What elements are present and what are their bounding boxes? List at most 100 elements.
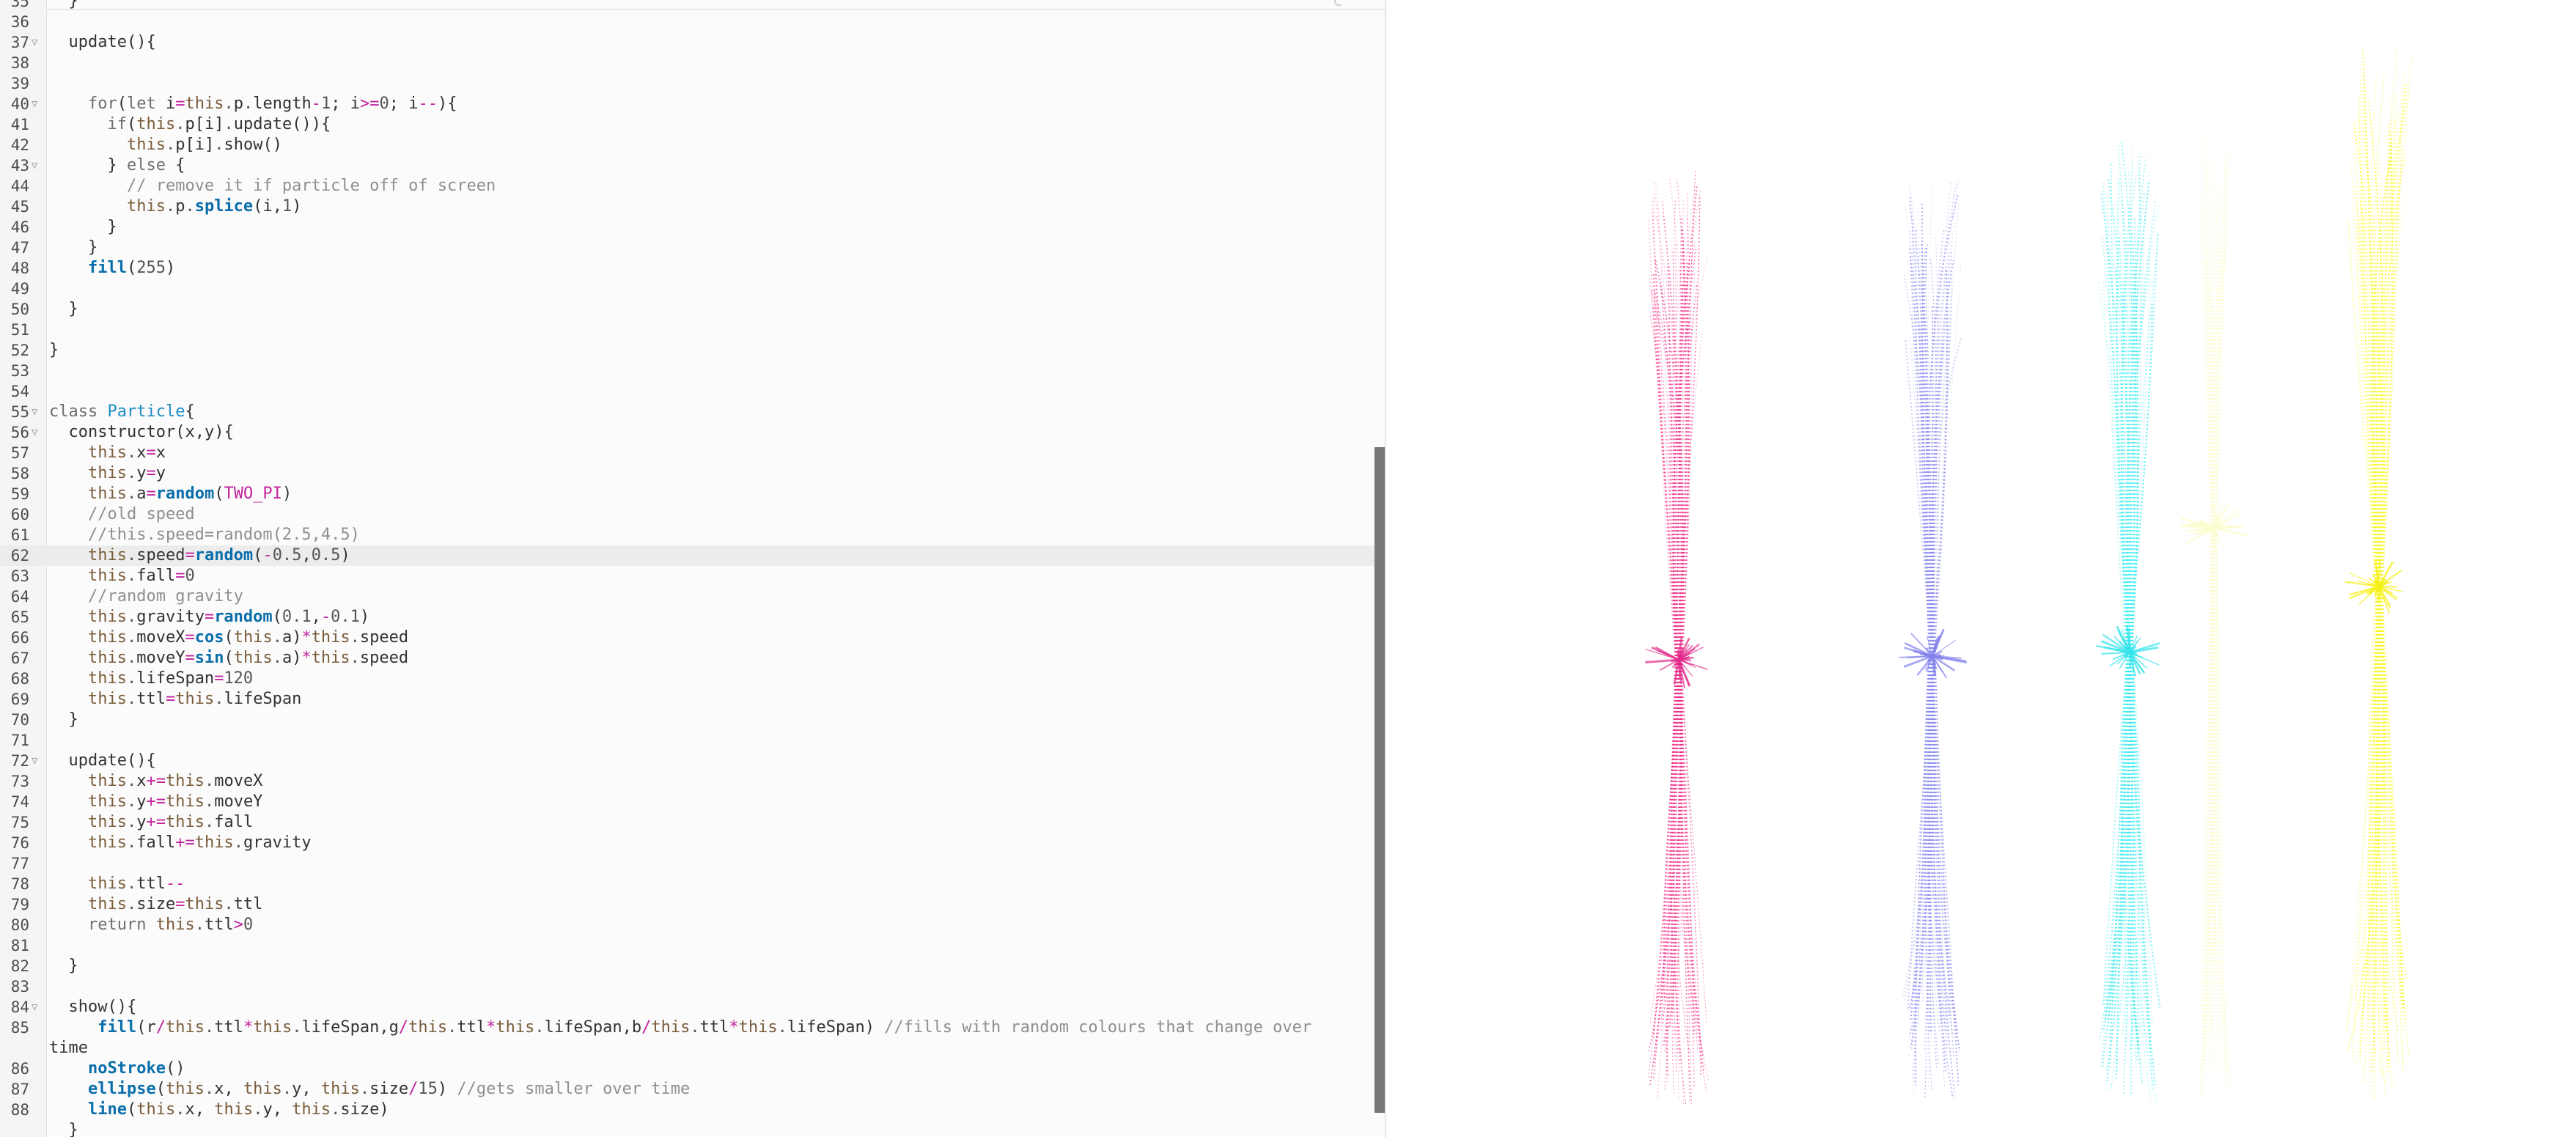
code-line[interactable]: 46 } bbox=[0, 217, 1375, 238]
code-line[interactable]: 69 this.ttl=this.lifeSpan bbox=[0, 689, 1375, 710]
code-line[interactable]: 88 line(this.x, this.y, this.size) bbox=[0, 1100, 1375, 1120]
code-line[interactable]: 87 ellipse(this.x, this.y, this.size/15)… bbox=[0, 1079, 1375, 1100]
code-line[interactable]: 37 ▽ update(){ bbox=[0, 32, 1375, 53]
code-line[interactable]: 75 this.y+=this.fall bbox=[0, 812, 1375, 833]
editor-scrollbar[interactable] bbox=[1375, 447, 1385, 1113]
particle-trail bbox=[2358, 113, 2380, 587]
particle-trail bbox=[2129, 266, 2150, 653]
code-text: this.x=x bbox=[87, 444, 166, 462]
code-line[interactable]: 39 bbox=[0, 73, 1375, 94]
code-line[interactable]: 60 //old speed bbox=[0, 504, 1375, 525]
code-line[interactable]: 85 fill(r/this.ttl*this.lifeSpan,g/this.… bbox=[0, 1018, 1375, 1038]
code-line[interactable]: 70 } bbox=[0, 710, 1375, 730]
line-number: 57 bbox=[10, 444, 29, 462]
code-line[interactable]: 68 this.lifeSpan=120 bbox=[0, 669, 1375, 689]
code-line[interactable]: 78 this.ttl-- bbox=[0, 874, 1375, 894]
line-number: 83 bbox=[10, 978, 29, 996]
code-line[interactable]: 53 bbox=[0, 361, 1375, 381]
particle-core-spike bbox=[2213, 525, 2231, 529]
fold-arrow-icon[interactable]: ▽ bbox=[32, 751, 37, 771]
particle-trail bbox=[1927, 655, 1953, 1064]
code-editor[interactable]: 35 } 36 37 ▽ update(){38 39 40 ▽ for(let i=thi… bbox=[0, 0, 1385, 1137]
code-line[interactable]: 63 this.fall=0 bbox=[0, 566, 1375, 586]
particle-trail bbox=[2203, 527, 2218, 1031]
code-line[interactable]: 42 this.p[i].show() bbox=[0, 135, 1375, 155]
fold-arrow-icon[interactable]: ▽ bbox=[32, 422, 37, 443]
line-number: 74 bbox=[10, 793, 29, 811]
code-line[interactable]: 55 ▽ class Particle{ bbox=[0, 402, 1375, 422]
code-line[interactable]: 59 this.a=random(TWO_PI) bbox=[0, 484, 1375, 504]
code-line[interactable]: 61 //this.speed=random(2.5,4.5) bbox=[0, 525, 1375, 545]
code-text: } bbox=[68, 710, 78, 729]
line-number: 67 bbox=[10, 650, 29, 667]
code-line[interactable]: 81 bbox=[0, 935, 1375, 956]
code-line[interactable]: } bbox=[0, 1120, 1375, 1137]
code-line[interactable]: 84 ▽ show(){ bbox=[0, 997, 1375, 1018]
code-line[interactable]: 80 return this.ttl>0 bbox=[0, 915, 1375, 935]
particle-core-spike bbox=[2213, 526, 2249, 537]
code-line[interactable]: 66 this.moveX=cos(this.a)*this.speed bbox=[0, 628, 1375, 648]
particle-trail bbox=[1652, 659, 1684, 1068]
code-line[interactable]: 40 ▽ for(let i=this.p.length-1; i>=0; i--… bbox=[0, 94, 1375, 114]
code-line[interactable]: 65 this.gravity=random(0.1,-0.1) bbox=[0, 607, 1375, 628]
code-line[interactable]: 76 this.fall+=this.gravity bbox=[0, 833, 1375, 853]
code-line[interactable]: 44 // remove it if particle off of scree… bbox=[0, 176, 1375, 196]
particle-trail bbox=[2128, 652, 2158, 1106]
line-number: 80 bbox=[10, 916, 29, 934]
fold-arrow-icon[interactable]: ▽ bbox=[32, 402, 37, 422]
code-line[interactable]: 73 this.x+=this.moveX bbox=[0, 771, 1375, 792]
code-line[interactable]: 43 ▽ } else { bbox=[0, 155, 1375, 176]
code-text: show(){ bbox=[68, 998, 137, 1016]
code-line[interactable]: 56 ▽ constructor(x,y){ bbox=[0, 422, 1375, 443]
code-line[interactable]: 71 bbox=[0, 730, 1375, 751]
code-line[interactable]: 83 bbox=[0, 976, 1375, 997]
code-line[interactable]: 52} bbox=[0, 340, 1375, 361]
particle-trail bbox=[2359, 199, 2386, 587]
particle-core-spike bbox=[2378, 585, 2397, 588]
code-line[interactable]: 35 } bbox=[0, 0, 1375, 12]
code-line[interactable]: 54 bbox=[0, 381, 1375, 402]
code-line[interactable]: 67 this.moveY=sin(this.a)*this.speed bbox=[0, 648, 1375, 669]
code-line[interactable]: 48 fill(255) bbox=[0, 258, 1375, 279]
code-line[interactable]: 38 bbox=[0, 53, 1375, 73]
code-line[interactable]: 82 } bbox=[0, 956, 1375, 976]
particle-trail bbox=[2371, 76, 2385, 587]
code-line[interactable]: time bbox=[0, 1038, 1375, 1059]
code-text: if(this.p[i].update()){ bbox=[107, 115, 331, 133]
code-text: constructor(x,y){ bbox=[68, 423, 234, 441]
code-line[interactable]: 77 bbox=[0, 853, 1375, 874]
particle-trail bbox=[2209, 527, 2225, 966]
fold-arrow-icon[interactable]: ▽ bbox=[32, 997, 37, 1018]
particle-trail bbox=[1661, 200, 1683, 661]
particle-burst bbox=[2344, 44, 2413, 1099]
code-line[interactable]: 41 if(this.p[i].update()){ bbox=[0, 114, 1375, 135]
code-line[interactable]: 36 bbox=[0, 12, 1375, 32]
code-line[interactable]: 79 this.size=this.ttl bbox=[0, 894, 1375, 915]
code-line[interactable]: 86 noStroke() bbox=[0, 1059, 1375, 1079]
fold-arrow-icon[interactable]: ▽ bbox=[32, 155, 37, 176]
code-line[interactable]: 49 bbox=[0, 279, 1375, 299]
code-line[interactable]: 57 this.x=x bbox=[0, 443, 1375, 463]
code-line[interactable]: 74 this.y+=this.moveY bbox=[0, 792, 1375, 812]
line-number: 86 bbox=[10, 1060, 29, 1078]
code-line[interactable]: 58 this.y=y bbox=[0, 463, 1375, 484]
fold-arrow-icon[interactable]: ▽ bbox=[32, 94, 37, 114]
fold-arrow-icon[interactable]: ▽ bbox=[32, 32, 37, 53]
particle-trail bbox=[1933, 655, 1946, 1086]
code-line[interactable]: 51 bbox=[0, 320, 1375, 340]
code-line[interactable]: 72 ▽ update(){ bbox=[0, 751, 1375, 771]
code-line[interactable]: 62 this.speed=random(-0.5,0.5) bbox=[0, 545, 1375, 566]
particle-trail bbox=[1910, 655, 1933, 1035]
code-text: this.fall=0 bbox=[87, 567, 195, 585]
particle-trail bbox=[2126, 652, 2138, 1061]
code-line[interactable]: 47 } bbox=[0, 238, 1375, 258]
particle-trail bbox=[2106, 652, 2135, 1009]
code-line[interactable]: 45 this.p.splice(i,1) bbox=[0, 196, 1375, 217]
line-number: 49 bbox=[10, 280, 29, 298]
particle-trail bbox=[1924, 655, 1931, 1034]
particle-trail bbox=[2379, 586, 2399, 1061]
code-line[interactable]: 50 } bbox=[0, 299, 1375, 320]
code-text: //this.speed=random(2.5,4.5) bbox=[87, 526, 360, 544]
code-line[interactable]: 64 //random gravity bbox=[0, 586, 1375, 607]
particle-trail bbox=[2121, 193, 2146, 653]
